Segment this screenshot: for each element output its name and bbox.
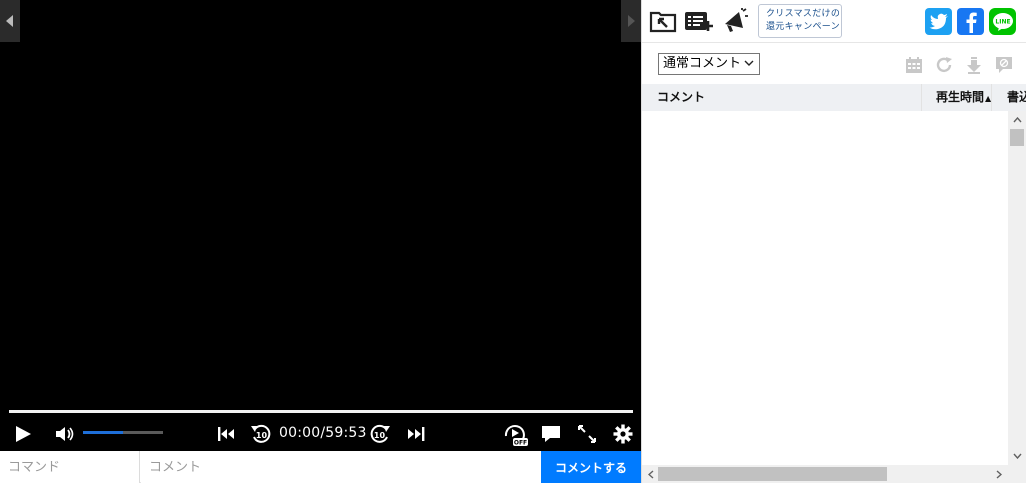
- comment-toggle-icon: [542, 425, 560, 442]
- volume-button[interactable]: [53, 416, 77, 451]
- panel-toolbar: クリスマスだけの 還元キャンペーン LINE: [642, 0, 1026, 43]
- comment-type-select-value: 通常コメント: [663, 56, 742, 71]
- svg-text:10: 10: [374, 431, 386, 440]
- command-input[interactable]: [0, 451, 140, 483]
- fullscreen-button[interactable]: [575, 416, 599, 451]
- autoplay-toggle[interactable]: OFF: [501, 416, 529, 451]
- column-posted-header[interactable]: 書込: [1007, 84, 1026, 111]
- caret-left-icon: [6, 15, 13, 27]
- date-filter-button[interactable]: [903, 54, 925, 76]
- scroll-down-button[interactable]: [1009, 448, 1025, 464]
- column-comment-header[interactable]: コメント: [657, 84, 705, 111]
- campaign-banner-line2: 還元キャンペーン: [766, 22, 840, 32]
- rewind-10-icon: 10: [251, 424, 271, 443]
- download-arrow-icon: [967, 57, 981, 74]
- fullscreen-icon: [578, 424, 596, 443]
- twitter-icon: [929, 13, 948, 29]
- forward-10-icon: 10: [370, 424, 390, 443]
- twitter-share-button[interactable]: [925, 8, 952, 35]
- seek-bar[interactable]: [9, 410, 633, 413]
- facebook-icon: [966, 12, 977, 33]
- chevron-right-icon: [996, 469, 1002, 479]
- rewind-10-button[interactable]: 10: [249, 416, 273, 451]
- horizontal-scrollbar[interactable]: [642, 465, 1008, 483]
- scroll-to-latest-button[interactable]: [963, 54, 985, 76]
- comment-toggle-button[interactable]: [539, 416, 563, 451]
- scroll-left-button[interactable]: [643, 466, 659, 482]
- calendar-icon: [906, 57, 922, 73]
- announce-button[interactable]: [720, 7, 750, 35]
- chevron-down-icon: [1012, 453, 1022, 459]
- column-playtime-label: 再生時間: [936, 90, 985, 104]
- chevron-left-icon: [648, 469, 654, 479]
- playlist-add-icon: [685, 12, 713, 31]
- popout-window-icon: [649, 11, 677, 33]
- post-comment-button[interactable]: コメントする: [541, 451, 641, 483]
- megaphone-icon: [725, 8, 748, 32]
- horizontal-scroll-thumb[interactable]: [658, 467, 887, 481]
- comment-filter-row: 通常コメント: [642, 44, 1026, 84]
- svg-text:OFF: OFF: [514, 439, 527, 446]
- campaign-banner-line1: クリスマスだけの: [766, 9, 841, 19]
- collapse-left-button[interactable]: [0, 0, 20, 42]
- previous-button[interactable]: [214, 416, 238, 451]
- comment-panel: クリスマスだけの 還元キャンペーン LINE 通常コメント コメント 再生時間▲…: [641, 0, 1026, 483]
- comment-off-icon: [996, 57, 1012, 73]
- comment-table-header: コメント 再生時間▲ 書込: [642, 84, 1026, 111]
- column-playtime-header[interactable]: 再生時間▲: [936, 84, 991, 111]
- hide-comments-button[interactable]: [993, 54, 1015, 76]
- video-player[interactable]: [0, 0, 641, 451]
- line-icon-label: LINE: [995, 18, 1010, 25]
- chevron-up-icon: [1012, 117, 1022, 123]
- forward-10-button[interactable]: 10: [368, 416, 392, 451]
- comment-type-select[interactable]: 通常コメント: [658, 53, 760, 75]
- previous-icon: [218, 426, 234, 441]
- volume-icon: [56, 426, 74, 441]
- comment-input[interactable]: [141, 451, 541, 483]
- comment-post-bar: コメントする: [0, 451, 641, 483]
- line-icon: LINE: [992, 12, 1013, 31]
- facebook-share-button[interactable]: [957, 8, 984, 35]
- play-icon: [16, 425, 31, 442]
- refresh-icon: [936, 57, 952, 73]
- play-button[interactable]: [10, 416, 36, 451]
- reload-comments-button[interactable]: [933, 54, 955, 76]
- next-button[interactable]: [404, 416, 428, 451]
- svg-text:10: 10: [256, 431, 268, 440]
- app-root: 10 10 OFF 00:00/59:53 コマンド コメント コメントする ク…: [0, 0, 1026, 483]
- next-icon: [408, 426, 425, 441]
- video-area[interactable]: [0, 0, 641, 408]
- comment-list[interactable]: [642, 111, 1007, 465]
- scrollbar-corner: [1008, 465, 1026, 483]
- playback-time: 00:00/59:53: [279, 425, 367, 441]
- scroll-right-button[interactable]: [991, 466, 1007, 482]
- chevron-down-icon: [744, 60, 754, 66]
- column-posted-label: 書込: [1007, 90, 1026, 104]
- settings-button[interactable]: [611, 416, 635, 451]
- settings-icon: [613, 424, 633, 443]
- collapse-right-button[interactable]: [621, 0, 641, 42]
- volume-slider-fill: [83, 431, 123, 434]
- vertical-scrollbar[interactable]: [1008, 111, 1026, 465]
- line-share-button[interactable]: LINE: [989, 8, 1016, 35]
- scroll-up-button[interactable]: [1009, 112, 1025, 128]
- vertical-scroll-thumb[interactable]: [1010, 129, 1024, 146]
- campaign-banner[interactable]: クリスマスだけの 還元キャンペーン: [758, 4, 842, 38]
- popout-button[interactable]: [648, 7, 678, 35]
- caret-right-icon: [628, 15, 635, 27]
- autoplay-off-icon: OFF: [504, 424, 528, 446]
- volume-slider[interactable]: [83, 431, 163, 434]
- add-to-playlist-button[interactable]: [684, 7, 714, 35]
- column-comment-label: コメント: [657, 90, 706, 104]
